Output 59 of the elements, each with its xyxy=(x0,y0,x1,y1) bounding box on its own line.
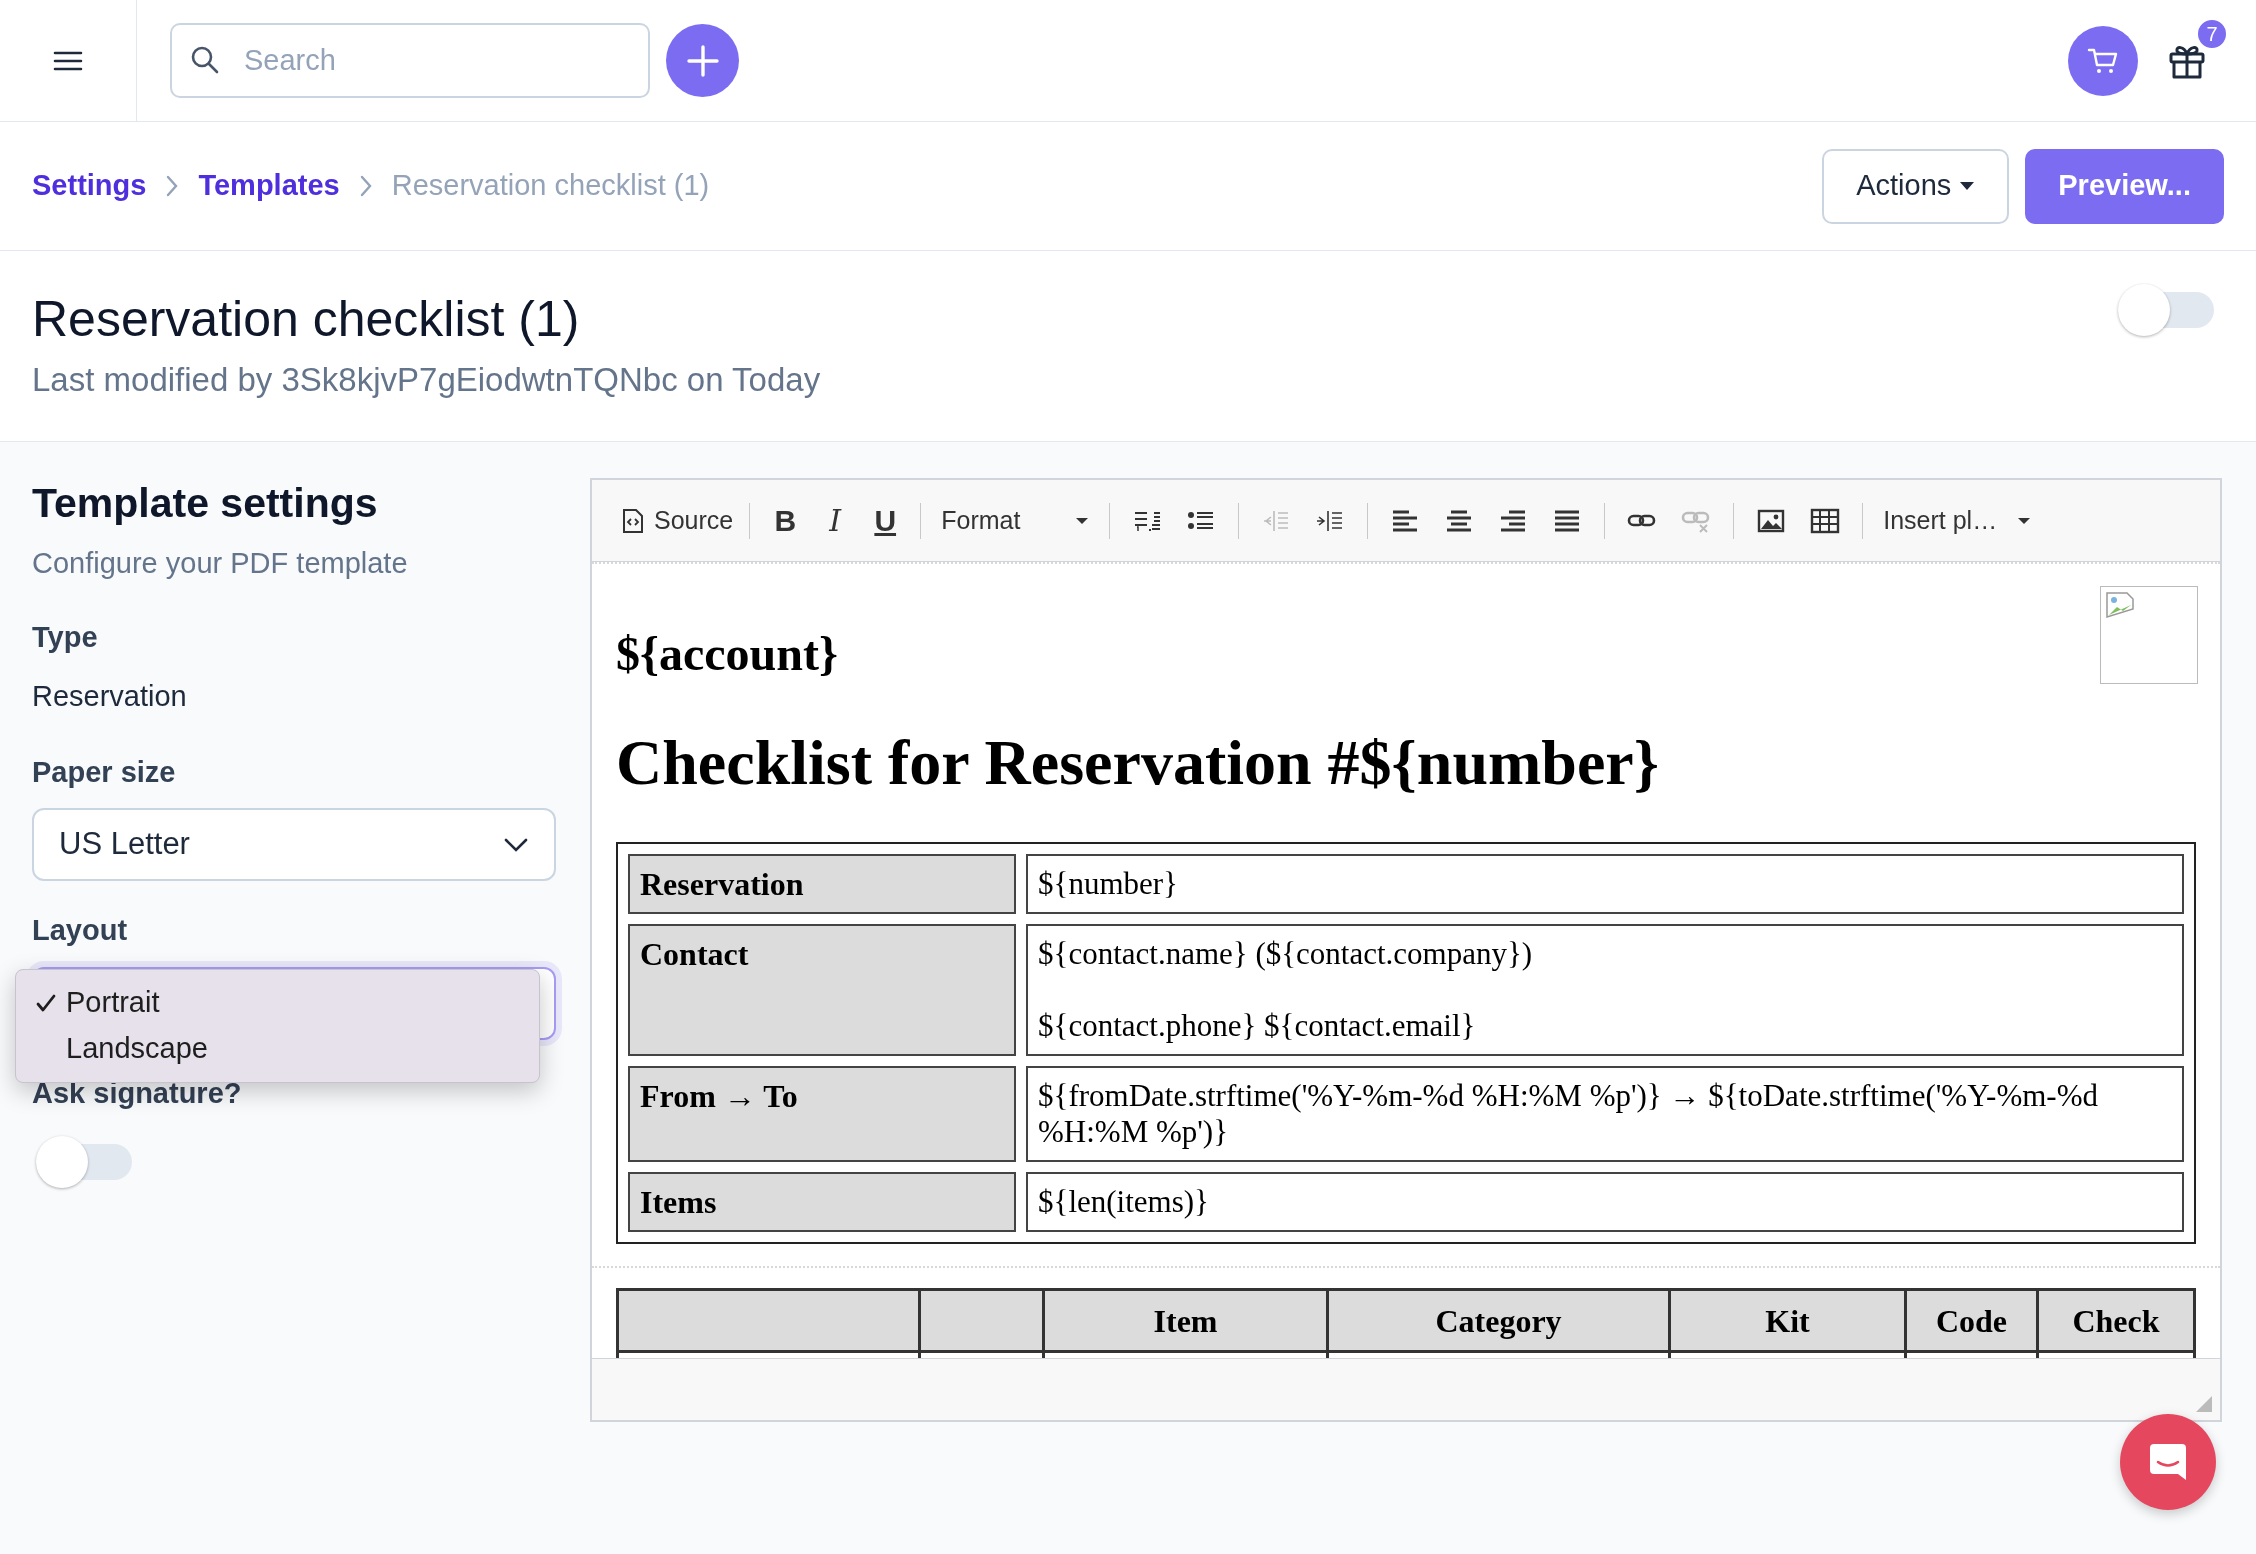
field-label: Layout xyxy=(32,913,129,948)
toggle-switch[interactable] xyxy=(2116,283,2216,337)
outdent-icon xyxy=(1262,508,1291,533)
caret-icon xyxy=(1959,181,1976,191)
resize-handle-icon[interactable] xyxy=(2196,1396,2212,1412)
table-header-cell: Reservation xyxy=(628,854,1016,914)
toolbar-dropdown[interactable]: Format xyxy=(931,495,1100,546)
table-cell: ${fromDate.strftime('%Y-%m-%d %H:%M %p')} → ${toDate.strftime('%Y-%m-%d %H:%M %p')} xyxy=(1026,1066,2184,1162)
dropdown-option[interactable]: Landscape xyxy=(16,1025,539,1072)
source-button[interactable]: Source xyxy=(616,495,740,546)
underline-button[interactable]: U xyxy=(860,495,911,546)
chevron-down-icon xyxy=(503,836,529,853)
table-cell: ${number} xyxy=(1026,854,2184,914)
justify-icon xyxy=(1553,508,1582,533)
plus-icon xyxy=(685,43,720,78)
caret-icon xyxy=(2017,516,2032,525)
field-label: Type xyxy=(32,619,99,655)
field-label: Ask signature? xyxy=(32,1075,243,1111)
document-code-icon xyxy=(622,507,644,534)
align-center-icon xyxy=(1445,508,1474,533)
bold-button[interactable]: B xyxy=(760,495,811,546)
table-header-cell: Items xyxy=(628,1172,1016,1232)
table-header-cell: From → To xyxy=(628,1066,1016,1162)
paper-size-select[interactable]: US Letter xyxy=(32,808,556,881)
table-cell: ${len(items)} xyxy=(1026,1172,2184,1232)
document-text: ${account} xyxy=(616,626,839,682)
align-left-icon xyxy=(1391,508,1420,533)
broken-image-icon xyxy=(2105,591,2135,621)
dropdown-option[interactable]: Portrait xyxy=(16,979,539,1026)
image-icon xyxy=(1757,508,1786,533)
section-description: Configure your PDF template xyxy=(32,546,409,581)
notification-badge: 7 xyxy=(2196,17,2228,50)
italic-button[interactable]: I xyxy=(810,495,861,546)
align-right-icon xyxy=(1499,508,1528,533)
indent-icon xyxy=(1316,508,1345,533)
caret-icon xyxy=(1075,516,1090,525)
breadcrumb-link[interactable]: Templates xyxy=(198,164,340,208)
field-value: Reservation xyxy=(32,679,188,714)
table-header-cell: Contact xyxy=(628,924,1016,1056)
search-icon xyxy=(190,45,220,75)
section-title: Template settings xyxy=(32,479,379,528)
table-header-cell: Kit xyxy=(1669,1289,1906,1352)
table-header-cell: Category xyxy=(1327,1289,1670,1352)
breadcrumb-link[interactable]: Settings xyxy=(32,164,147,208)
search-field[interactable]: Search xyxy=(170,23,650,98)
table-icon xyxy=(1810,507,1841,534)
table-header-cell: Code xyxy=(1905,1289,2038,1352)
actions-button[interactable]: Actions xyxy=(1822,148,2010,224)
page-title: Reservation checklist (1) xyxy=(32,290,581,349)
table-header-cell: Item xyxy=(1043,1289,1328,1352)
toggle-switch[interactable] xyxy=(34,1135,134,1189)
chat-button[interactable] xyxy=(2120,1414,2216,1510)
preview-button[interactable]: Preview... xyxy=(2025,148,2224,224)
table-header-cell: Check xyxy=(2037,1289,2195,1352)
toolbar-dropdown[interactable]: Insert pl… xyxy=(1873,495,2042,546)
page-subtitle: Last modified by 3Sk8kjvP7gEiodwtnTQNbc on Today xyxy=(32,360,822,400)
table-cell: ${contact.name} (${contact.company}) ${contact.phone} ${contact.email} xyxy=(1026,924,2184,1056)
document-heading: Checklist for Reservation #${number} xyxy=(616,726,1660,800)
field-label: Paper size xyxy=(32,754,177,790)
